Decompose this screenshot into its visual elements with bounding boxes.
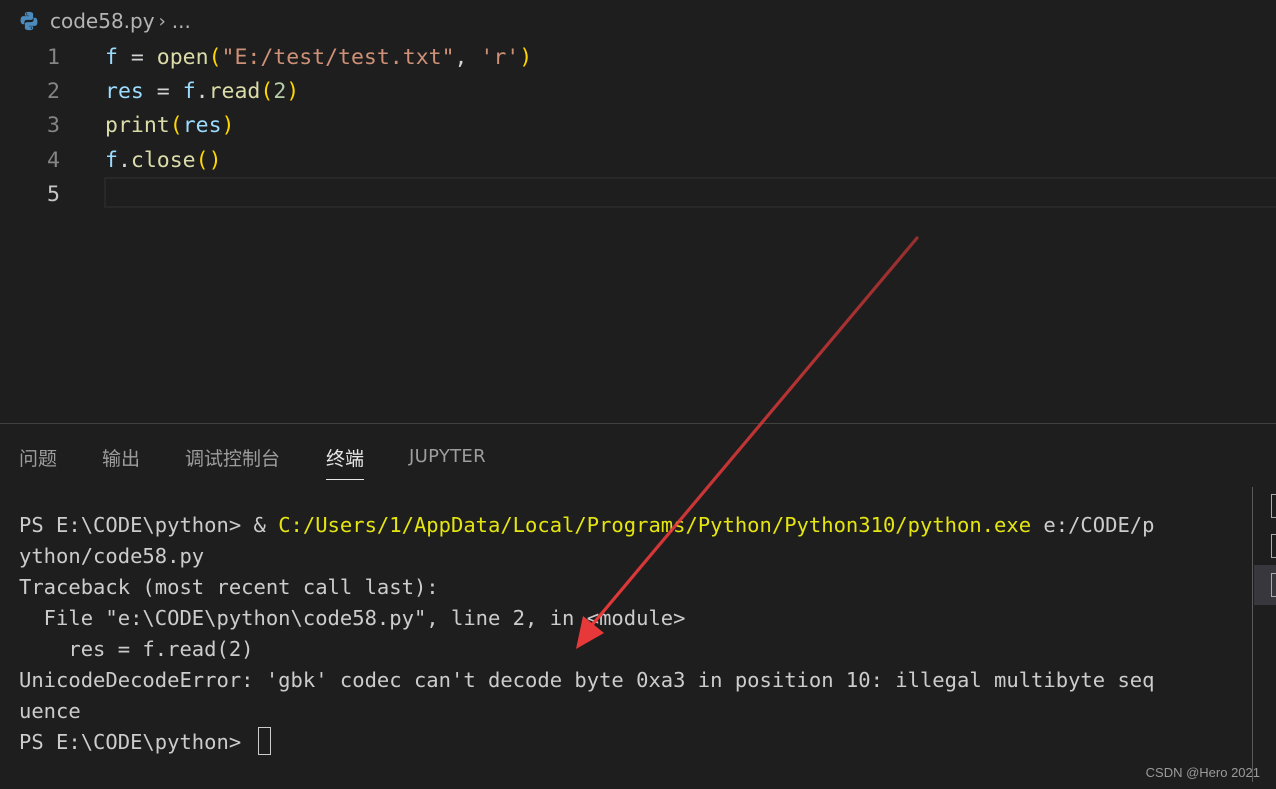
tab-problems[interactable]: 问题 bbox=[19, 444, 57, 479]
code-token: res bbox=[105, 78, 144, 104]
code-token: f bbox=[182, 78, 196, 104]
code-token: () bbox=[195, 147, 222, 173]
line-number: 3 bbox=[47, 113, 60, 139]
code-line[interactable]: 2 res = f.read(2) bbox=[0, 74, 1276, 108]
line-code: f.close() bbox=[105, 148, 222, 173]
terminal-text: PS E:\CODE\python> bbox=[19, 730, 254, 754]
line-number: 1 bbox=[47, 44, 60, 70]
current-line-highlight bbox=[104, 177, 1276, 209]
terminal-line: ython/code58.py bbox=[19, 541, 1219, 572]
terminal-text: res = f.read(2) bbox=[19, 637, 254, 661]
code-token: . bbox=[117, 147, 131, 173]
code-token: ( bbox=[208, 44, 222, 70]
line-number: 5 bbox=[47, 181, 60, 207]
code-token: ) bbox=[221, 113, 235, 139]
terminal-scrollbar-divider bbox=[1252, 487, 1253, 782]
terminal-line: UnicodeDecodeError: 'gbk' codec can't de… bbox=[19, 665, 1219, 696]
watermark: CSDN @Hero 2021 bbox=[1145, 765, 1260, 780]
tab-debug-console[interactable]: 调试控制台 bbox=[185, 444, 280, 479]
code-token: print bbox=[105, 113, 170, 139]
terminal-line: Traceback (most recent call last): bbox=[19, 572, 1219, 603]
code-token: f bbox=[105, 44, 118, 70]
code-token: . bbox=[195, 78, 209, 104]
panel-tab-bar: 问题 输出 调试控制台 终端 JUPYTER bbox=[0, 424, 1276, 490]
tab-jupyter[interactable]: JUPYTER bbox=[409, 446, 486, 475]
code-editor[interactable]: 1f = open("E:/test/test.txt", 'r') 2 res =… bbox=[0, 40, 1276, 211]
breadcrumb: code58.py › ... bbox=[18, 6, 191, 36]
code-line[interactable]: 5 bbox=[0, 177, 1276, 211]
code-token: 'r' bbox=[480, 44, 520, 70]
tab-terminal[interactable]: 终端 bbox=[326, 444, 365, 480]
code-token: f bbox=[105, 147, 118, 173]
code-token: , bbox=[454, 44, 481, 70]
code-token: "E:/test/test.txt" bbox=[221, 44, 455, 70]
terminal-cursor bbox=[257, 727, 271, 755]
code-line[interactable]: 3 print(res) bbox=[0, 109, 1276, 143]
code-token: = bbox=[143, 78, 183, 104]
code-token: res bbox=[182, 113, 222, 139]
line-code: print(res) bbox=[105, 113, 234, 138]
line-number: 4 bbox=[47, 147, 60, 173]
terminal-instance-icon[interactable] bbox=[1271, 534, 1276, 558]
terminal-text: File "e:\CODE\python\code58.py", line 2,… bbox=[19, 606, 686, 630]
code-line[interactable]: 4 f.close() bbox=[0, 143, 1276, 177]
terminal-text: C:/Users/1/AppData/Local/Programs/Python… bbox=[278, 513, 1032, 537]
terminal-line: PS E:\CODE\python> bbox=[19, 727, 1219, 758]
line-number: 2 bbox=[47, 78, 60, 104]
terminal-line: res = f.read(2) bbox=[19, 634, 1219, 665]
line-code: f = open("E:/test/test.txt", 'r') bbox=[105, 45, 532, 70]
line-code: res = f.read(2) bbox=[105, 79, 299, 104]
breadcrumb-file[interactable]: code58.py bbox=[50, 9, 155, 33]
code-token: close bbox=[130, 147, 196, 173]
python-file-icon bbox=[18, 10, 40, 32]
terminal-text: ython/code58.py bbox=[19, 544, 205, 568]
code-token: ) bbox=[519, 44, 533, 70]
terminal-line: PS E:\CODE\python> & C:/Users/1/AppData/… bbox=[19, 510, 1219, 541]
bottom-panel: 问题 输出 调试控制台 终端 JUPYTER PS E:\CODE\python… bbox=[0, 423, 1276, 789]
code-line[interactable]: 1 f = open("E:/test/test.txt", 'r') bbox=[0, 40, 1276, 74]
terminal-line: File "e:\CODE\python\code58.py", line 2,… bbox=[19, 603, 1219, 634]
terminal-text: Traceback (most recent call last): bbox=[19, 575, 439, 599]
code-token: ( bbox=[260, 78, 274, 104]
code-token: ) bbox=[286, 78, 300, 104]
terminal-text: uence bbox=[19, 699, 81, 723]
terminal-instance-icon[interactable] bbox=[1271, 494, 1276, 518]
terminal-instance-icon[interactable] bbox=[1271, 573, 1276, 597]
terminal-text: e:/CODE/p bbox=[1031, 513, 1155, 537]
breadcrumb-separator: › bbox=[158, 10, 166, 32]
code-token: = bbox=[117, 44, 157, 70]
terminal-line: uence bbox=[19, 696, 1219, 727]
code-token: open bbox=[156, 44, 209, 70]
breadcrumb-ellipsis[interactable]: ... bbox=[172, 9, 191, 33]
terminal-text: UnicodeDecodeError: 'gbk' codec can't de… bbox=[19, 668, 1155, 692]
code-token: ( bbox=[169, 113, 183, 139]
terminal-text: PS E:\CODE\python> & bbox=[19, 513, 279, 537]
terminal-output[interactable]: PS E:\CODE\python> & C:/Users/1/AppData/… bbox=[19, 510, 1219, 758]
tab-output[interactable]: 输出 bbox=[102, 444, 140, 479]
code-token: read bbox=[208, 78, 261, 104]
code-token: 2 bbox=[273, 78, 287, 104]
